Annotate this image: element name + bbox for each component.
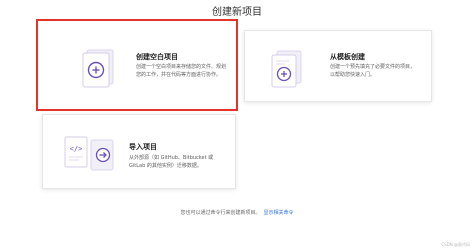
plus-icon — [87, 61, 105, 79]
import-project-description: 从外部源（如 GitHub、Bitbucket 或 GitLab 的其他实例）迁… — [129, 155, 214, 169]
command-line-note: 您也可以通过命令行来创建新项目。 显示相关命令 — [0, 209, 474, 216]
create-blank-project-description: 创建一个空白项目来存储您的文件、规划您的工作，并在代码等方面进行协作。 — [136, 64, 227, 78]
blank-project-illustration — [82, 49, 114, 88]
show-commands-link[interactable]: 显示相关命令 — [264, 210, 294, 216]
create-blank-project-card[interactable]: 创建空白项目 创建一个空白项目来存储您的文件、规划您的工作，并在代码等方面进行协… — [36, 19, 238, 111]
create-from-template-title: 从模板创建 — [330, 53, 365, 61]
import-project-title: 导入项目 — [129, 143, 157, 151]
arrow-right-icon — [95, 147, 111, 163]
create-from-template-description: 创建一个预先填充了必要文件的项目，以帮助您快速入门。 — [330, 64, 416, 78]
create-blank-project-title: 创建空白项目 — [136, 53, 178, 61]
page-title: 创建新项目 — [212, 7, 262, 18]
template-illustration — [271, 50, 302, 88]
import-illustration: </> — [64, 136, 114, 171]
plus-icon — [276, 66, 292, 82]
svg-text:</>: </> — [70, 145, 83, 153]
import-project-card[interactable]: </> 导入项目 从外部源（如 GitHub、Bitbucket 或 GitLa… — [42, 114, 236, 189]
watermark: CSDN @敲代码 — [441, 242, 470, 247]
new-project-page: 创建新项目 创建空白项目 创建一个空白项目来存储您的文件、规划您的工作，并在代码… — [0, 0, 474, 251]
command-line-note-text: 您也可以通过命令行来创建新项目。 — [180, 210, 261, 216]
code-icon: </> — [70, 145, 83, 153]
create-from-template-card[interactable]: 从模板创建 创建一个预先填充了必要文件的项目，以帮助您快速入门。 — [244, 30, 432, 102]
